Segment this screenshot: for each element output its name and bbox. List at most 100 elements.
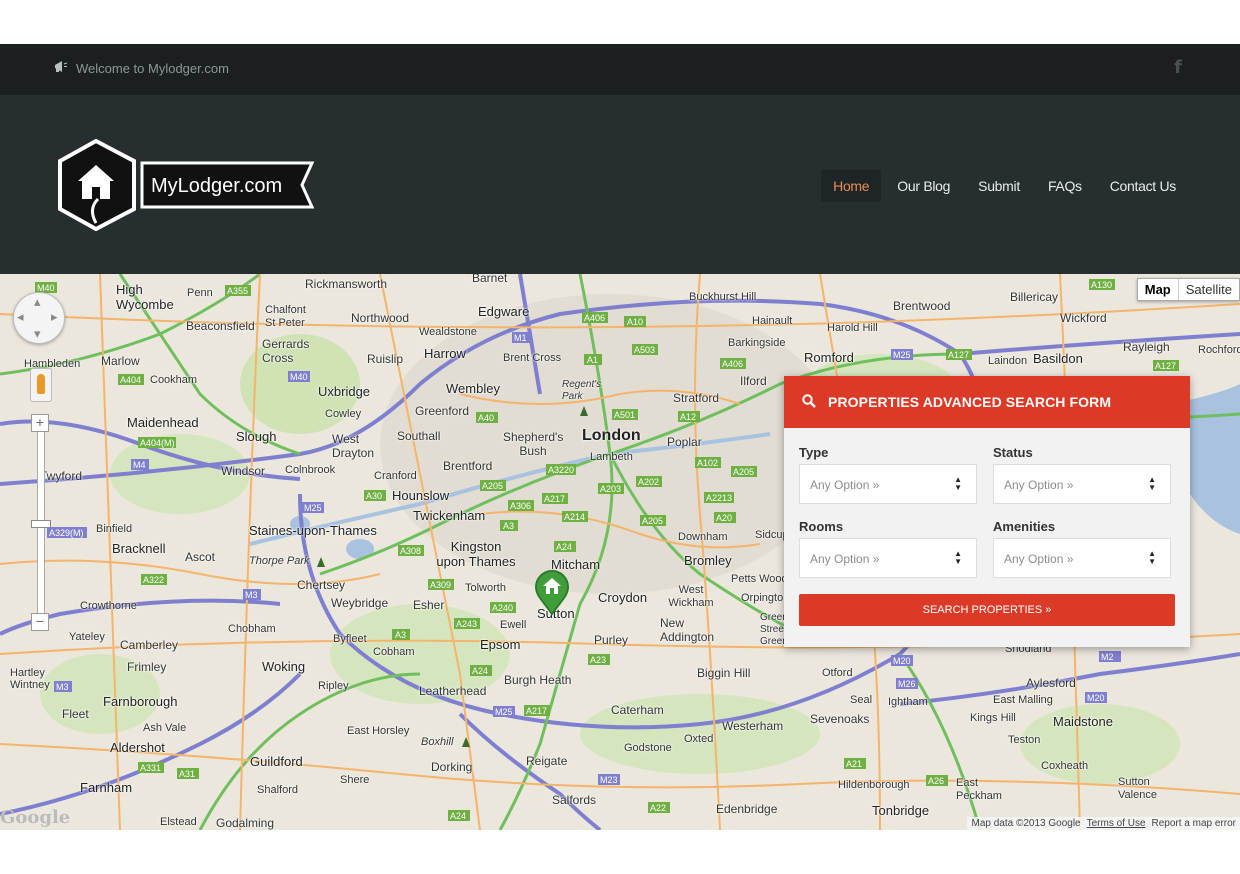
place-label: Aldershot [110,740,165,755]
svg-text:A3: A3 [395,630,406,640]
svg-text:A127: A127 [1155,361,1176,371]
svg-text:M23: M23 [600,775,618,785]
pan-control[interactable]: ▴ ▾ ◂ ▸ [13,292,65,344]
svg-text:A243: A243 [456,619,477,629]
place-label: Orpington [741,592,790,604]
status-select[interactable]: Any Option » ▲ ▼ [993,464,1171,504]
svg-text:M2: M2 [1101,652,1114,662]
place-label: Billericay [1010,290,1059,304]
place-label: Harrow [424,346,466,361]
place-label: Brent Cross [503,352,562,364]
place-label: Aylesford [1026,676,1076,690]
place-label: Wembley [446,381,500,396]
svg-text:A130: A130 [1091,280,1112,290]
place-label: Rickmansworth [305,277,388,291]
rooms-label: Rooms [799,519,844,534]
map-type-control: Map Satellite [1136,278,1240,301]
property-marker[interactable] [534,570,570,621]
search-panel-title: PROPERTIES ADVANCED SEARCH FORM [828,394,1112,410]
place-label: Ewell [500,619,527,631]
facebook-icon[interactable]: f [1174,57,1182,78]
type-label: Type [799,445,829,460]
svg-text:A205: A205 [733,467,754,477]
place-label: Basildon [1033,351,1083,366]
zoom-out-button[interactable]: − [31,613,49,631]
place-label: Chertsey [297,578,346,592]
amenities-select-value: Any Option » [1004,552,1074,566]
status-label: Status [993,445,1033,460]
place-label: Bromley [684,553,732,568]
pan-left-icon[interactable]: ◂ [17,309,24,325]
terms-of-use-link[interactable]: Terms of Use [1087,818,1146,829]
place-label: Greenford [415,404,470,418]
svg-text:A217: A217 [526,706,547,716]
pan-right-icon[interactable]: ▸ [51,309,58,325]
place-label: Edenbridge [716,802,778,816]
nav-faqs[interactable]: FAQs [1036,170,1094,202]
place-label: High Wycombe [116,282,174,312]
place-label: Shere [340,774,370,786]
nav-our-blog[interactable]: Our Blog [885,170,962,202]
svg-text:M4: M4 [133,460,146,470]
place-label: Rochford [1198,344,1240,356]
svg-text:M25: M25 [495,707,513,717]
svg-text:A202: A202 [638,477,659,487]
place-label: Marlow [101,354,140,368]
rooms-select[interactable]: Any Option » ▲ ▼ [799,538,977,578]
place-label: Fleet [62,707,89,721]
place-label: Ripley [318,680,349,692]
place-label: Thorpe Park [249,555,310,567]
top-bar: Welcome to Mylodger.com f [0,44,1240,95]
place-label: Elstead [160,816,197,828]
place-label: East Peckham [956,777,1002,802]
site-logo[interactable]: MyLodger.com [58,138,318,236]
pan-up-icon[interactable]: ▴ [34,294,41,310]
nav-contact-us[interactable]: Contact Us [1098,170,1188,202]
map-attribution: Map data ©2013 Google Terms of Use Repor… [967,817,1240,830]
place-label: Leatherhead [419,684,487,698]
map-type-satellite-button[interactable]: Satellite [1179,279,1239,300]
zoom-slider-handle[interactable] [31,520,51,528]
place-label: Buckhurst Hill [689,291,757,303]
place-label: East Malling [993,694,1053,706]
place-label: Godstone [624,742,672,754]
nav-home[interactable]: Home [821,170,882,202]
place-label: Ascot [185,550,216,564]
svg-text:A24: A24 [556,542,572,552]
svg-text:A203: A203 [600,484,621,494]
svg-text:A31: A31 [179,769,195,779]
map-type-map-button[interactable]: Map [1138,279,1179,300]
place-label: Yateley [69,631,105,643]
place-label: Byfleet [333,633,367,645]
amenities-label: Amenities [993,519,1056,534]
street-view-pegman-icon[interactable] [30,368,52,402]
place-label: Brentwood [893,299,951,313]
place-label: Wickford [1060,311,1107,325]
place-label: Poplar [667,435,702,449]
place-label: Beaconsfield [186,319,255,333]
svg-text:M26: M26 [898,679,916,689]
report-map-error-link[interactable]: Report a map error [1152,818,1236,829]
svg-text:A23: A23 [590,655,606,665]
place-label: Camberley [120,638,179,652]
svg-text:A404: A404 [120,375,141,385]
place-label: Uxbridge [318,384,371,399]
svg-text:A2213: A2213 [706,493,732,503]
svg-text:A240: A240 [492,603,513,613]
place-label: Windsor [221,464,266,478]
type-select[interactable]: Any Option » ▲ ▼ [799,464,977,504]
svg-text:A40: A40 [478,413,494,423]
google-logo[interactable]: Google [0,807,70,828]
place-label: Farnham [80,780,133,795]
svg-text:A355: A355 [227,286,248,296]
svg-text:A309: A309 [430,580,451,590]
amenities-select[interactable]: Any Option » ▲ ▼ [993,538,1171,578]
zoom-in-button[interactable]: + [31,414,49,432]
search-properties-button[interactable]: SEARCH PROPERTIES » [799,594,1175,626]
place-label: Wealdstone [419,326,477,338]
place-label: Epsom [480,637,521,652]
pan-down-icon[interactable]: ▾ [34,326,41,342]
place-label: Shepherd's Bush [503,430,564,458]
place-label: Hounslow [392,488,450,503]
nav-submit[interactable]: Submit [966,170,1032,202]
